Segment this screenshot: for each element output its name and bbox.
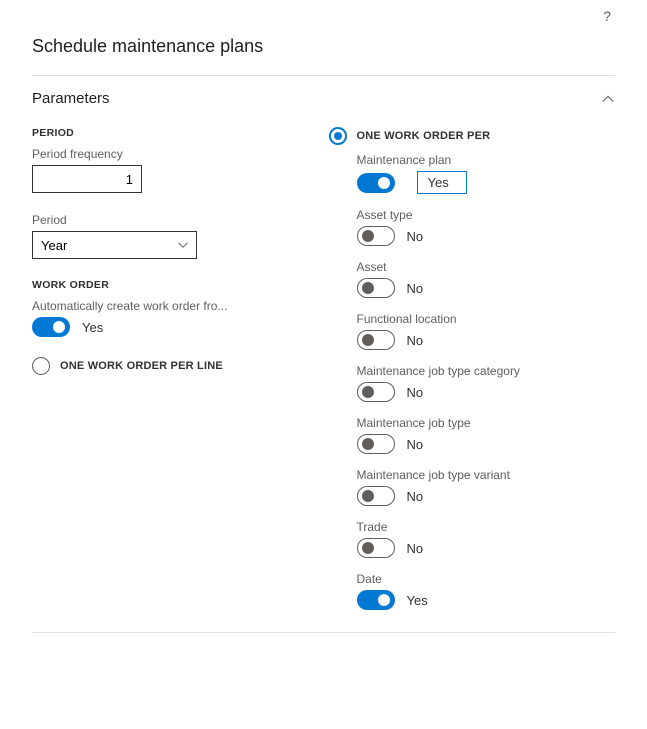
chevron-up-icon xyxy=(601,92,615,106)
toggle-field-label: Trade xyxy=(357,520,616,534)
radio-one-work-order-per-line[interactable] xyxy=(32,357,50,375)
toggle-field-label: Maintenance job type variant xyxy=(357,468,616,482)
toggle-field-label: Maintenance job type category xyxy=(357,364,616,378)
toggle-value: No xyxy=(407,437,424,452)
auto-create-toggle[interactable] xyxy=(32,317,70,337)
toggle-value: No xyxy=(407,489,424,504)
page-title: Schedule maintenance plans xyxy=(32,0,615,75)
toggle-field-label: Functional location xyxy=(357,312,616,326)
divider xyxy=(32,75,615,76)
toggle-date[interactable] xyxy=(357,590,395,610)
toggle-value: No xyxy=(407,385,424,400)
toggle-trade[interactable] xyxy=(357,538,395,558)
period-frequency-input[interactable] xyxy=(32,165,142,193)
parameters-section-header[interactable]: Parameters xyxy=(32,90,615,127)
toggle-functional-location[interactable] xyxy=(357,330,395,350)
toggle-maintenance-job-type-variant[interactable] xyxy=(357,486,395,506)
period-group-label: PERIOD xyxy=(32,127,319,139)
radio-per-line-label: ONE WORK ORDER PER LINE xyxy=(60,360,223,372)
toggle-value-box[interactable]: Yes xyxy=(417,171,467,194)
toggle-asset[interactable] xyxy=(357,278,395,298)
toggle-asset-type[interactable] xyxy=(357,226,395,246)
toggle-value: No xyxy=(407,333,424,348)
toggle-field-label: Asset xyxy=(357,260,616,274)
work-order-group-label: WORK ORDER xyxy=(32,279,319,291)
section-title: Parameters xyxy=(32,90,110,107)
radio-one-work-order-per[interactable] xyxy=(329,127,347,145)
toggle-field-label: Maintenance job type xyxy=(357,416,616,430)
radio-per-label: ONE WORK ORDER PER xyxy=(357,130,491,142)
toggle-maintenance-job-type-category[interactable] xyxy=(357,382,395,402)
toggle-value: No xyxy=(407,281,424,296)
toggle-value: Yes xyxy=(407,593,428,608)
toggle-value: No xyxy=(407,541,424,556)
auto-create-label: Automatically create work order fro... xyxy=(32,299,282,313)
help-icon[interactable]: ? xyxy=(603,8,611,24)
toggle-value: No xyxy=(407,229,424,244)
period-frequency-label: Period frequency xyxy=(32,147,319,161)
toggle-field-label: Asset type xyxy=(357,208,616,222)
toggle-field-label: Date xyxy=(357,572,616,586)
period-label: Period xyxy=(32,213,319,227)
period-select[interactable] xyxy=(32,231,197,259)
toggle-maintenance-plan[interactable] xyxy=(357,173,395,193)
bottom-divider xyxy=(32,632,615,633)
toggle-maintenance-job-type[interactable] xyxy=(357,434,395,454)
toggle-field-label: Maintenance plan xyxy=(357,153,616,167)
auto-create-value: Yes xyxy=(82,320,103,335)
